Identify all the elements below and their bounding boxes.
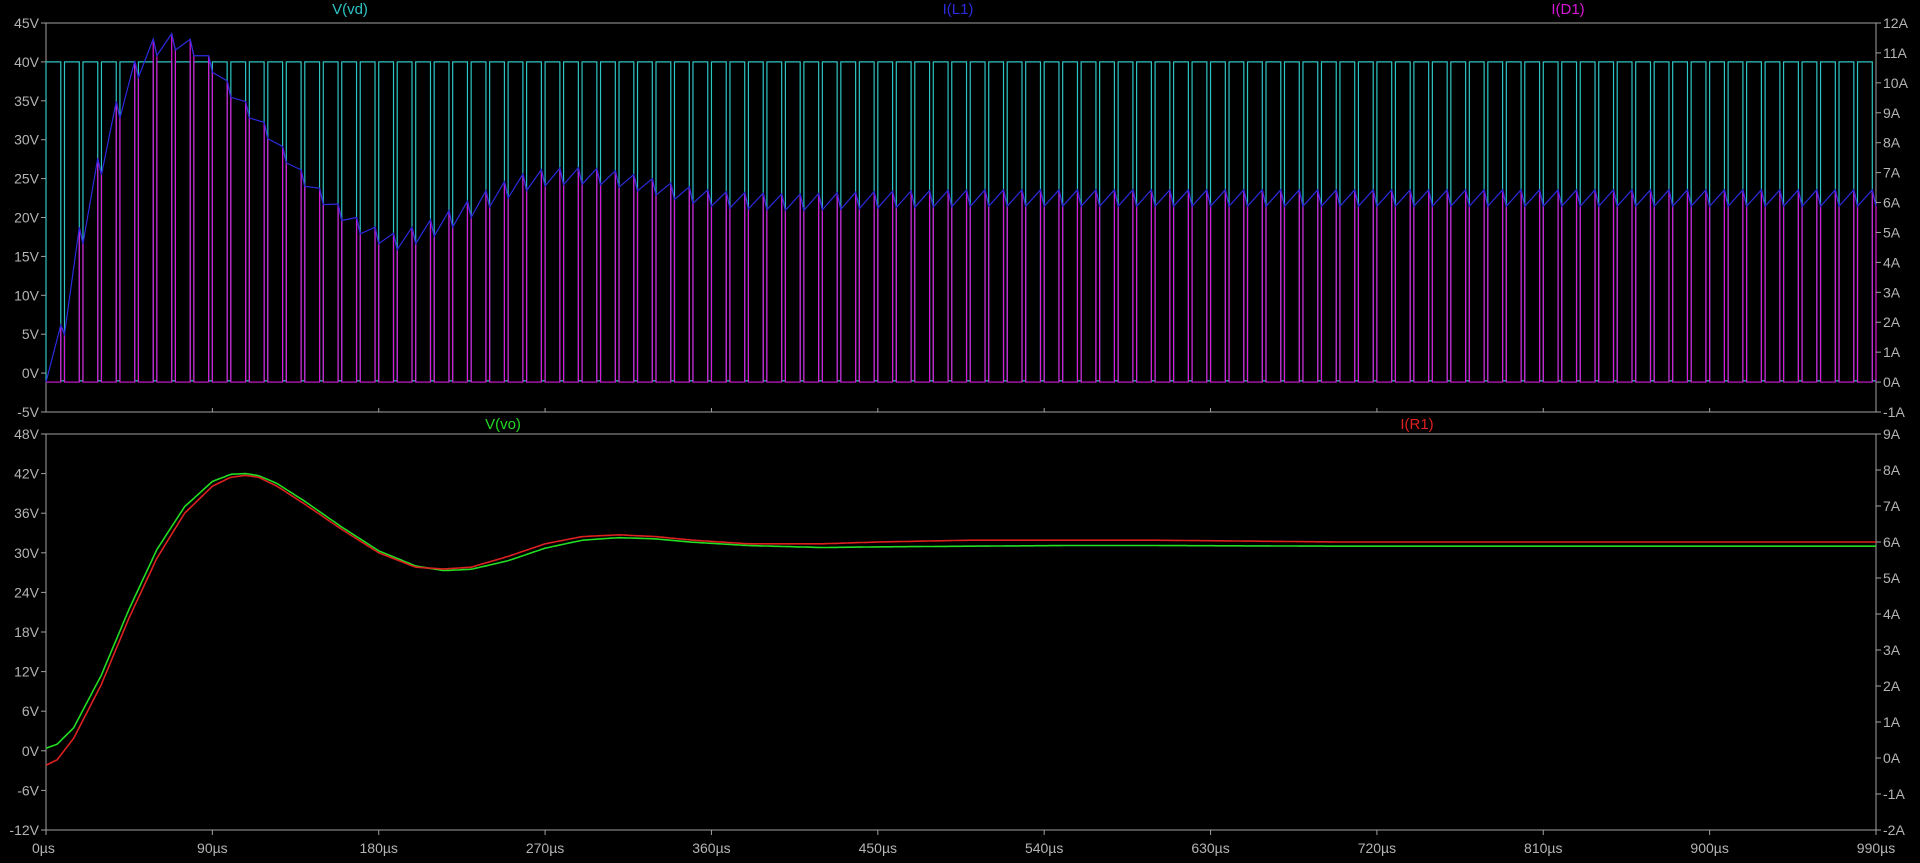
top-left-axis-tick-label: 35V [14,93,40,109]
top-right-axis-tick-label: 12A [1883,15,1909,31]
trace-r1 [45,474,1876,766]
top-right-axis-tick-label: 6A [1883,195,1901,211]
trace-l1 [45,32,1877,383]
top-right-axis-tick-label: 7A [1883,165,1901,181]
time-axis-tick-label: 450µs [859,840,897,856]
bottom-left-axis-tick-label: 12V [14,664,40,680]
bottom-left-axis-tick-label: 18V [14,624,40,640]
time-axis: 0µs 90µs 180µs 270µs 360µs 450µs 540µs 630µs 720… [32,408,1895,856]
top-panel-traces [45,32,1877,383]
top-legend: V(vd) I(L1) I(D1) [332,1,1585,18]
top-right-axis-tick-label: 0A [1883,374,1901,390]
bottom-right-axis-tick-label: 2A [1883,678,1901,694]
bottom-right-axis-tick-label: 6A [1883,534,1901,550]
waveform-viewer: -5V 0V 5V 10V 15V 20V 25V 30V 35V 40V 45V -1A 0A 1A 2… [0,0,1920,858]
top-left-axis-tick-label: 20V [14,210,40,226]
bottom-left-axis-tick-label: 42V [14,466,40,482]
time-axis-tick-label: 540µs [1025,840,1063,856]
top-right-axis-tick-label: 5A [1883,224,1901,240]
bottom-left-axis-tick-label: -6V [17,782,39,798]
time-axis-tick-label: 180µs [360,840,398,856]
top-right-axis-tick-label: 1A [1883,344,1901,360]
bottom-left-axis-tick-label: 48V [14,426,40,442]
time-axis-tick-label: 900µs [1690,840,1728,856]
legend-label-vd[interactable]: V(vd) [332,1,368,18]
time-axis-tick-label: 990µs [1857,840,1895,856]
time-axis-tick-label: 360µs [692,840,730,856]
bottom-panel-traces [45,472,1876,766]
bottom-panel: -12V-6V0V6V12V18V24V30V36V42V48V -2A-1A0… [9,408,1905,856]
top-left-axis-tick-label: 10V [14,287,40,303]
time-axis-tick-label: 90µs [197,840,228,856]
bottom-left-axis-tick-label: 0V [22,743,40,759]
bottom-right-axis-tick-label: 8A [1883,462,1901,478]
bottom-right-axis-tick-label: 3A [1883,642,1901,658]
top-right-axis-tick-label: 3A [1883,284,1901,300]
top-right-axis-tick-label: 11A [1883,45,1908,61]
top-right-axis-tick-label: -1A [1883,404,1905,420]
bottom-right-axis-tick-label: 9A [1883,426,1901,442]
bottom-left-axis-tick-label: 36V [14,505,40,521]
bottom-right-axis-tick-label: 1A [1883,714,1901,730]
bottom-left-axis-tick-label: 6V [22,703,40,719]
top-left-axis-tick-label: 40V [14,54,40,70]
bottom-right-axis-tick-label: 5A [1883,570,1901,586]
top-panel: -5V 0V 5V 10V 15V 20V 25V 30V 35V 40V 45V -1A 0A 1A 2… [14,1,1908,420]
top-right-axis-tick-label: 2A [1883,314,1901,330]
legend-label-l1[interactable]: I(L1) [943,1,974,18]
top-right-axis-tick-label: 9A [1883,105,1901,121]
waveform-plot: -5V 0V 5V 10V 15V 20V 25V 30V 35V 40V 45V -1A 0A 1A 2… [9,1,1908,856]
time-axis-tick-label: 630µs [1191,840,1229,856]
bottom-left-axis: -12V -6V 0V 6V 12V 18V 24V 30V 36V 42V 48V [9,426,46,838]
top-panel-frame [45,22,1877,413]
trace-d1 [46,33,1877,383]
time-axis-tick-label: 0µs [32,840,55,856]
bottom-right-axis-tick-label: -1A [1883,786,1905,802]
bottom-panel-frame [45,433,1877,831]
top-right-axis-tick-label: 8A [1883,135,1901,151]
top-left-axis-tick-label: 5V [22,326,40,342]
time-axis-tick-label: 270µs [526,840,564,856]
bottom-left-axis-tick-label: -12V [9,822,39,838]
top-left-axis-tick-label: -5V [17,404,39,420]
legend-label-r1[interactable]: I(R1) [1400,416,1433,433]
bottom-left-axis-tick-label: 24V [14,584,40,600]
bottom-right-axis-tick-label: 4A [1883,606,1901,622]
legend-label-d1[interactable]: I(D1) [1551,1,1584,18]
time-axis-tick-label: 720µs [1358,840,1396,856]
top-left-axis-tick-label: 15V [14,248,40,264]
top-right-axis-tick-label: 4A [1883,254,1901,270]
top-left-axis-tick-label: 25V [14,171,40,187]
top-left-axis-tick-label: 30V [14,132,40,148]
bottom-right-axis-tick-label: -2A [1883,822,1905,838]
top-left-axis: -5V 0V 5V 10V 15V 20V 25V 30V 35V 40V 45V [14,15,46,420]
top-right-axis: -1A 0A 1A 2A 3A 4A 5A 6A 7A 8A 9A 10A 11A 12A [1876,15,1909,420]
top-left-axis-tick-label: 45V [14,15,40,31]
time-axis-tick-label: 810µs [1524,840,1562,856]
bottom-right-axis: -2A -1A 0A 1A 2A 3A 4A 5A 6A 7A 8A 9A [1876,426,1905,838]
bottom-left-axis-tick-label: 30V [14,545,40,561]
bottom-right-axis-tick-label: 7A [1883,498,1901,514]
bottom-legend: V(vo) I(R1) [485,416,1434,433]
trace-vd [45,61,1876,382]
top-left-axis-tick-label: 0V [22,365,40,381]
bottom-right-axis-tick-label: 0A [1883,750,1901,766]
top-right-axis-tick-label: 10A [1883,75,1909,91]
legend-label-vo[interactable]: V(vo) [485,416,521,433]
